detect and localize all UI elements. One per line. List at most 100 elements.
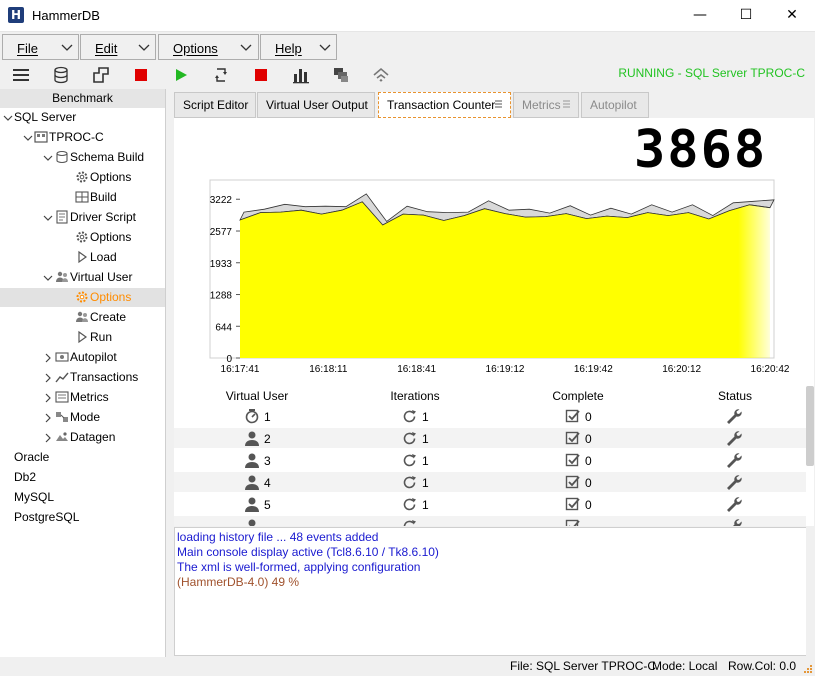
tree-vu-options[interactable]: Options <box>0 288 165 307</box>
menu-edit[interactable]: Edit <box>80 34 156 60</box>
tree-postgresql[interactable]: PostgreSQL <box>14 508 79 527</box>
tree-mysql[interactable]: MySQL <box>14 488 54 507</box>
bar-chart-icon[interactable] <box>291 65 311 85</box>
database-icon[interactable] <box>51 65 71 85</box>
close-button[interactable]: ✕ <box>769 0 815 32</box>
expand-chevron-icon[interactable] <box>43 353 53 363</box>
tree-vu-run[interactable]: Run <box>75 328 112 347</box>
autopilot-icon <box>55 352 69 362</box>
cell-text: 0 <box>585 410 592 424</box>
cell-text: 1 <box>422 476 429 490</box>
tree-mode[interactable]: Mode <box>55 408 100 427</box>
menu-file-label: File <box>17 41 38 56</box>
y-tick-label: 644 <box>215 322 232 333</box>
minimize-button[interactable]: — <box>677 0 723 32</box>
user-icon <box>245 453 259 468</box>
tree-label: Create <box>90 310 127 324</box>
menu-file[interactable]: File <box>2 34 79 60</box>
tree-tproc-c[interactable]: TPROC-C <box>34 128 104 147</box>
cell-complete: 0 <box>565 430 592 448</box>
tree-label: Options <box>90 230 132 244</box>
gear-icon <box>76 171 88 183</box>
cell-text: 1 <box>422 410 429 424</box>
play-icon <box>78 250 88 264</box>
tab-label: Transaction Counter <box>387 98 496 112</box>
table-row[interactable]: 3 1 0 <box>174 450 806 470</box>
tree-autopilot[interactable]: Autopilot <box>55 348 117 367</box>
expand-chevron-icon[interactable] <box>43 213 53 223</box>
table-row[interactable]: 2 1 0 <box>174 428 806 448</box>
cell-complete: 0 <box>565 452 592 470</box>
tree-label: Driver Script <box>70 210 137 224</box>
stop-icon[interactable] <box>251 65 271 85</box>
tree-db2[interactable]: Db2 <box>14 468 36 487</box>
stop-icon[interactable] <box>131 65 151 85</box>
run-status-label: RUNNING - SQL Server TPROC-C <box>618 66 805 80</box>
play-icon <box>78 330 88 344</box>
refresh-icon <box>403 454 416 467</box>
tree-metrics[interactable]: Metrics <box>55 388 109 407</box>
tree-schema-build[interactable]: Schema Build <box>55 148 144 167</box>
build-icon[interactable] <box>91 65 111 85</box>
tree-transactions[interactable]: Transactions <box>55 368 138 387</box>
build-icon <box>75 191 89 203</box>
cell-virtual-user <box>244 518 264 526</box>
menu-help[interactable]: Help <box>260 34 337 60</box>
maximize-button[interactable]: ☐ <box>723 0 769 32</box>
antenna-icon[interactable] <box>371 65 391 85</box>
tree-vu-create[interactable]: Create <box>75 308 126 327</box>
expand-chevron-icon[interactable] <box>3 113 13 123</box>
tab-detach-icon[interactable] <box>494 100 503 109</box>
console-output[interactable]: loading history file ... 48 events added… <box>174 527 808 656</box>
tree-virtual-user[interactable]: Virtual User <box>55 268 132 287</box>
stack-icon[interactable] <box>331 65 351 85</box>
col-header-complete: Complete <box>552 389 604 403</box>
expand-chevron-icon[interactable] <box>43 393 53 403</box>
tab-metrics[interactable]: Metrics <box>513 92 579 118</box>
series-area <box>240 201 770 358</box>
tree-driver-load[interactable]: Load <box>75 248 117 267</box>
tab-virtual-user-output[interactable]: Virtual User Output <box>257 92 375 118</box>
play-icon[interactable] <box>171 65 191 85</box>
cell-virtual-user: 4 <box>244 474 271 492</box>
cell-text: 1 <box>422 432 429 446</box>
cell-status <box>725 430 747 448</box>
user-icon <box>248 519 256 526</box>
users-icon <box>76 311 88 322</box>
table-row[interactable] <box>174 516 806 526</box>
y-tick-label: 3222 <box>210 195 233 206</box>
tree-driver-script[interactable]: Driver Script <box>55 208 136 227</box>
resize-grip-icon[interactable] <box>803 664 813 674</box>
tree-sql-server[interactable]: SQL Server <box>14 108 76 127</box>
expand-chevron-icon[interactable] <box>43 153 53 163</box>
table-row[interactable]: 1 1 0 <box>174 406 806 426</box>
expand-chevron-icon[interactable] <box>23 133 33 143</box>
expand-chevron-icon[interactable] <box>43 433 53 443</box>
tree-label: Datagen <box>70 430 116 444</box>
tree-label: PostgreSQL <box>14 510 80 524</box>
tree-driver-options[interactable]: Options <box>75 228 131 247</box>
tab-script-editor[interactable]: Script Editor <box>174 92 256 118</box>
cell-text: 1 <box>264 410 271 424</box>
expand-chevron-icon[interactable] <box>43 413 53 423</box>
console-scrollbar[interactable] <box>806 527 815 656</box>
tab-transaction-counter[interactable]: Transaction Counter <box>378 92 511 118</box>
hamburger-icon[interactable] <box>11 65 31 85</box>
tree-oracle[interactable]: Oracle <box>14 448 49 467</box>
tab-detach-icon[interactable] <box>562 100 571 109</box>
grid-scrollbar-thumb[interactable] <box>806 386 814 466</box>
reload-icon[interactable] <box>211 65 231 85</box>
tree-schema-options[interactable]: Options <box>75 168 131 187</box>
x-tick-label: 16:18:41 <box>397 364 436 375</box>
cell-status <box>725 518 747 526</box>
table-row[interactable]: 4 1 0 <box>174 472 806 492</box>
menu-options[interactable]: Options <box>158 34 259 60</box>
tree-datagen[interactable]: Datagen <box>55 428 115 447</box>
expand-chevron-icon[interactable] <box>43 273 53 283</box>
checkbox-checked-icon <box>565 431 580 445</box>
cell-text: 0 <box>585 476 592 490</box>
table-row[interactable]: 5 1 0 <box>174 494 806 514</box>
expand-chevron-icon[interactable] <box>43 373 53 383</box>
tab-autopilot[interactable]: Autopilot <box>581 92 649 118</box>
tree-schema-build-action[interactable]: Build <box>75 188 117 207</box>
